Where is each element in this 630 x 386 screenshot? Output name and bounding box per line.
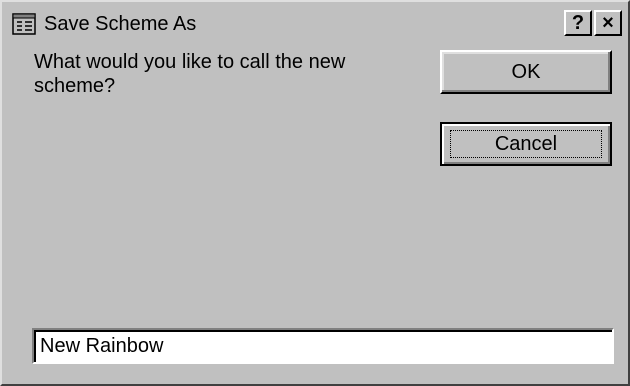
ok-button-label: OK — [511, 60, 541, 83]
prompt-text: What would you like to call the new sche… — [34, 51, 346, 97]
cancel-button[interactable]: Cancel — [440, 122, 612, 166]
title-bar[interactable]: Save Scheme As ? × — [6, 6, 624, 42]
help-icon: ? — [571, 12, 585, 34]
cancel-button-label: Cancel — [494, 132, 558, 155]
save-scheme-dialog: Save Scheme As ? × What would you like t… — [0, 0, 630, 386]
close-icon: × — [602, 12, 614, 34]
window-title: Save Scheme As — [44, 13, 197, 35]
scheme-window-icon — [12, 13, 36, 35]
scheme-name-input[interactable] — [32, 328, 614, 364]
help-button[interactable]: ? — [564, 10, 592, 36]
close-button[interactable]: × — [594, 10, 622, 36]
ok-button[interactable]: OK — [440, 50, 612, 94]
